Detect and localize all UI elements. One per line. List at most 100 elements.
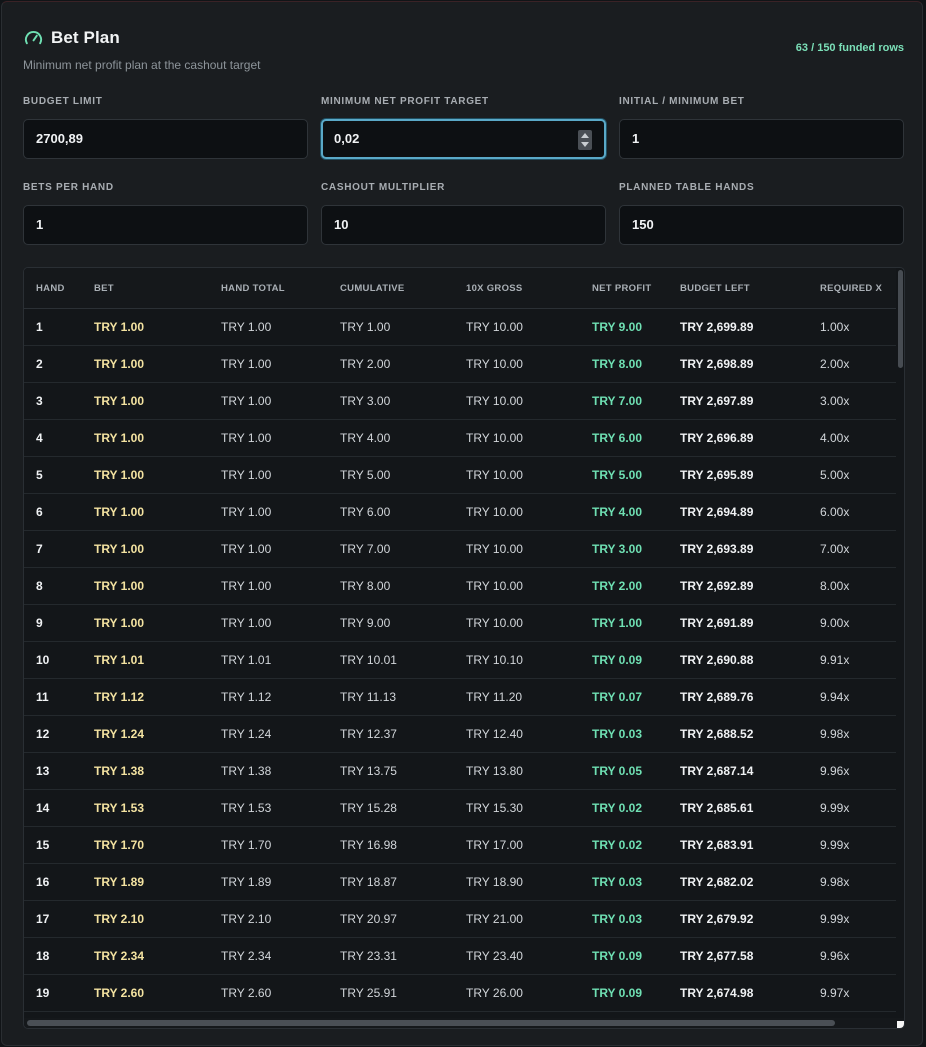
cell-gross: TRY 21.00 bbox=[466, 900, 592, 938]
cell-budget-left: TRY 2,688.52 bbox=[680, 715, 820, 753]
bets-per-hand-input[interactable]: 1 bbox=[23, 205, 308, 245]
table-row: 19 TRY 2.60 TRY 2.60 TRY 25.91 TRY 26.00 TRY … bbox=[24, 974, 896, 1012]
cell-cumulative: TRY 8.00 bbox=[340, 567, 466, 605]
cell-required-x: 3.00x bbox=[820, 382, 896, 420]
cell-cumulative: TRY 12.37 bbox=[340, 715, 466, 753]
cell-required-x: 9.96x bbox=[820, 752, 896, 790]
cell-budget-left: TRY 2,695.89 bbox=[680, 456, 820, 494]
cell-hand: 4 bbox=[24, 419, 94, 457]
cell-bet: TRY 1.70 bbox=[94, 826, 221, 864]
cell-bet: TRY 1.00 bbox=[94, 604, 221, 642]
min-net-profit-label: MINIMUM NET PROFIT TARGET bbox=[321, 96, 489, 107]
cell-hand-total: TRY 2.60 bbox=[221, 974, 340, 1012]
cell-net-profit: TRY 3.00 bbox=[592, 530, 680, 568]
table-row: 15 TRY 1.70 TRY 1.70 TRY 16.98 TRY 17.00 TRY … bbox=[24, 826, 896, 864]
cell-gross: TRY 12.40 bbox=[466, 715, 592, 753]
cell-bet: TRY 1.00 bbox=[94, 456, 221, 494]
cell-cumulative: TRY 11.13 bbox=[340, 678, 466, 716]
cell-required-x: 9.99x bbox=[820, 789, 896, 827]
cell-bet: TRY 1.12 bbox=[94, 678, 221, 716]
cell-bet: TRY 1.38 bbox=[94, 752, 221, 790]
table-row: 13 TRY 1.38 TRY 1.38 TRY 13.75 TRY 13.80 TRY … bbox=[24, 752, 896, 790]
cell-gross: TRY 18.90 bbox=[466, 863, 592, 901]
cell-hand: 2 bbox=[24, 345, 94, 383]
cell-hand: 5 bbox=[24, 456, 94, 494]
cashout-multiplier-input[interactable]: 10 bbox=[321, 205, 606, 245]
cell-budget-left: TRY 2,685.61 bbox=[680, 789, 820, 827]
number-stepper[interactable] bbox=[578, 130, 592, 150]
cell-cumulative: TRY 15.28 bbox=[340, 789, 466, 827]
cell-cumulative: TRY 13.75 bbox=[340, 752, 466, 790]
cell-budget-left: TRY 2,674.98 bbox=[680, 974, 820, 1012]
col-hand: HAND bbox=[24, 268, 94, 309]
cell-gross: TRY 11.20 bbox=[466, 678, 592, 716]
cell-cumulative: TRY 5.00 bbox=[340, 456, 466, 494]
initial-bet-label: INITIAL / MINIMUM BET bbox=[619, 96, 745, 107]
col-cumulative: CUMULATIVE bbox=[340, 268, 466, 309]
cell-hand-total: TRY 1.38 bbox=[221, 752, 340, 790]
cell-bet: TRY 1.00 bbox=[94, 382, 221, 420]
cell-cumulative: TRY 4.00 bbox=[340, 419, 466, 457]
cell-budget-left: TRY 2,687.14 bbox=[680, 752, 820, 790]
initial-bet-input[interactable]: 1 bbox=[619, 119, 904, 159]
cell-bet: TRY 1.53 bbox=[94, 789, 221, 827]
table-row: 8 TRY 1.00 TRY 1.00 TRY 8.00 TRY 10.00 TRY 2.… bbox=[24, 567, 896, 605]
cell-hand-total: TRY 1.00 bbox=[221, 308, 340, 346]
min-net-profit-value: 0,02 bbox=[334, 131, 360, 146]
cell-gross: TRY 10.00 bbox=[466, 382, 592, 420]
plan-table-container[interactable]: HAND BET HAND TOTAL CUMULATIVE 10X GROSS… bbox=[23, 267, 905, 1029]
horizontal-scrollbar[interactable] bbox=[27, 1020, 835, 1026]
cell-budget-left: TRY 2,692.89 bbox=[680, 567, 820, 605]
cell-net-profit: TRY 0.09 bbox=[592, 641, 680, 679]
min-net-profit-input[interactable]: 0,02 bbox=[321, 119, 606, 159]
cell-hand-total: TRY 1.00 bbox=[221, 345, 340, 383]
cell-cumulative: TRY 10.01 bbox=[340, 641, 466, 679]
cell-hand: 14 bbox=[24, 789, 94, 827]
cell-hand-total: TRY 2.10 bbox=[221, 900, 340, 938]
cell-bet: TRY 1.00 bbox=[94, 345, 221, 383]
cell-net-profit: TRY 2.00 bbox=[592, 567, 680, 605]
cell-hand: 16 bbox=[24, 863, 94, 901]
cell-net-profit: TRY 0.03 bbox=[592, 863, 680, 901]
cell-bet: TRY 1.00 bbox=[94, 419, 221, 457]
cell-hand-total: TRY 1.24 bbox=[221, 715, 340, 753]
cell-net-profit: TRY 0.02 bbox=[592, 826, 680, 864]
cell-gross: TRY 10.00 bbox=[466, 493, 592, 531]
cell-gross: TRY 10.10 bbox=[466, 641, 592, 679]
cell-net-profit: TRY 8.00 bbox=[592, 345, 680, 383]
table-row: 3 TRY 1.00 TRY 1.00 TRY 3.00 TRY 10.00 TRY 7.… bbox=[24, 382, 896, 420]
cell-bet: TRY 1.00 bbox=[94, 493, 221, 531]
cell-cumulative: TRY 23.31 bbox=[340, 937, 466, 975]
planned-hands-input[interactable]: 150 bbox=[619, 205, 904, 245]
cell-net-profit: TRY 0.03 bbox=[592, 900, 680, 938]
cell-bet: TRY 1.00 bbox=[94, 530, 221, 568]
table-row: 17 TRY 2.10 TRY 2.10 TRY 20.97 TRY 21.00 TRY … bbox=[24, 900, 896, 938]
table-row: 12 TRY 1.24 TRY 1.24 TRY 12.37 TRY 12.40 TRY … bbox=[24, 715, 896, 753]
budget-limit-input[interactable]: 2700,89 bbox=[23, 119, 308, 159]
cell-cumulative: TRY 3.00 bbox=[340, 382, 466, 420]
cell-net-profit: TRY 0.09 bbox=[592, 974, 680, 1012]
cell-hand-total: TRY 1.89 bbox=[221, 863, 340, 901]
table-row: 1 TRY 1.00 TRY 1.00 TRY 1.00 TRY 10.00 TRY 9.… bbox=[24, 308, 896, 346]
cell-net-profit: TRY 9.00 bbox=[592, 308, 680, 346]
cell-gross: TRY 10.00 bbox=[466, 604, 592, 642]
cell-hand: 10 bbox=[24, 641, 94, 679]
cell-net-profit: TRY 0.07 bbox=[592, 678, 680, 716]
cell-bet: TRY 2.10 bbox=[94, 900, 221, 938]
cell-hand: 12 bbox=[24, 715, 94, 753]
cell-net-profit: TRY 5.00 bbox=[592, 456, 680, 494]
planned-hands-label: PLANNED TABLE HANDS bbox=[619, 182, 755, 193]
cell-budget-left: TRY 2,682.02 bbox=[680, 863, 820, 901]
cell-hand-total: TRY 1.00 bbox=[221, 604, 340, 642]
cell-bet: TRY 1.00 bbox=[94, 308, 221, 346]
col-bet: BET bbox=[94, 268, 221, 309]
col-hand-total: HAND TOTAL bbox=[221, 268, 340, 309]
cell-budget-left: TRY 2,693.89 bbox=[680, 530, 820, 568]
vertical-scrollbar[interactable] bbox=[898, 270, 903, 368]
cell-required-x: 9.00x bbox=[820, 604, 896, 642]
page-subtitle: Minimum net profit plan at the cashout t… bbox=[23, 58, 261, 72]
cell-required-x: 9.91x bbox=[820, 641, 896, 679]
cell-required-x: 9.96x bbox=[820, 937, 896, 975]
cell-hand: 19 bbox=[24, 974, 94, 1012]
cell-required-x: 8.00x bbox=[820, 567, 896, 605]
